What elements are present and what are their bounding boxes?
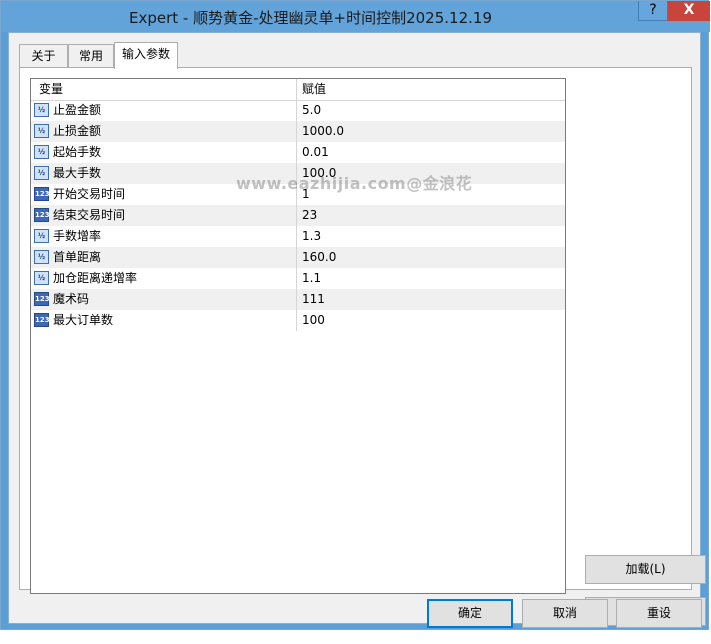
table-row[interactable]: ½ 最大手数 100.0 <box>31 163 565 184</box>
parameter-value-cell[interactable]: 5.0 <box>297 100 565 121</box>
column-header-value[interactable]: 赋值 <box>297 79 565 100</box>
parameters-grid[interactable]: 变量 赋值 ½ 止盈金额 5.0 ½ 止损金额 1000.0 ½ 起始手数 0.01 ½ 最大手数 1… <box>30 78 566 594</box>
double-value-icon: ½ <box>34 124 49 138</box>
double-value-icon: ½ <box>34 271 49 285</box>
cancel-button[interactable]: 取消 <box>522 599 608 628</box>
parameter-value-cell[interactable]: 23 <box>297 205 565 226</box>
grid-header: 变量 赋值 <box>31 79 565 101</box>
parameter-value-cell[interactable]: 1.3 <box>297 226 565 247</box>
table-row[interactable]: 123 结束交易时间 23 <box>31 205 565 226</box>
double-value-icon: ½ <box>34 250 49 264</box>
parameter-value-cell[interactable]: 100.0 <box>297 163 565 184</box>
help-icon: ? <box>649 2 657 18</box>
tab-common[interactable]: 常用 <box>68 44 114 68</box>
double-value-icon: ½ <box>34 166 49 180</box>
parameter-name: 手数增率 <box>53 229 102 243</box>
tab-input-parameters[interactable]: 输入参数 <box>114 42 178 69</box>
parameter-value-cell[interactable]: 1 <box>297 184 565 205</box>
integer-value-icon: 123 <box>34 313 50 327</box>
parameter-name: 止损金额 <box>53 124 102 138</box>
double-value-icon: ½ <box>34 103 49 117</box>
load-button[interactable]: 加载(L) <box>585 555 706 584</box>
window-title: Expert - 顺势黄金-处理幽灵单+时间控制2025.12.19 <box>129 9 492 27</box>
parameter-value-cell[interactable]: 111 <box>297 289 565 310</box>
table-row[interactable]: ½ 加仓距离递增率 1.1 <box>31 268 565 289</box>
parameter-name-cell[interactable]: 123 最大订单数 <box>31 310 297 331</box>
parameter-name-cell[interactable]: ½ 止损金额 <box>31 121 297 142</box>
parameter-name-cell[interactable]: 123 魔术码 <box>31 289 297 310</box>
close-button[interactable]: X <box>668 1 710 21</box>
parameter-name: 开始交易时间 <box>53 187 126 201</box>
parameter-name: 魔术码 <box>53 292 90 306</box>
integer-value-icon: 123 <box>34 208 50 222</box>
parameter-name: 止盈金额 <box>53 103 102 117</box>
table-row[interactable]: 123 最大订单数 100 <box>31 310 565 331</box>
parameter-name-cell[interactable]: ½ 加仓距离递增率 <box>31 268 297 289</box>
parameter-name: 起始手数 <box>53 145 102 159</box>
column-header-variable[interactable]: 变量 <box>31 79 297 100</box>
parameter-value-cell[interactable]: 1.1 <box>297 268 565 289</box>
integer-value-icon: 123 <box>34 187 50 201</box>
help-button[interactable]: ? <box>638 1 668 21</box>
button-label: 加载(L) <box>625 562 666 576</box>
integer-value-icon: 123 <box>34 292 50 306</box>
double-value-icon: ½ <box>34 145 49 159</box>
parameter-name-cell[interactable]: 123 结束交易时间 <box>31 205 297 226</box>
ok-button[interactable]: 确定 <box>427 599 513 628</box>
parameter-value-cell[interactable]: 100 <box>297 310 565 331</box>
parameter-name-cell[interactable]: ½ 起始手数 <box>31 142 297 163</box>
parameter-name: 最大手数 <box>53 166 102 180</box>
table-row[interactable]: 123 开始交易时间 1 <box>31 184 565 205</box>
parameter-name: 加仓距离递增率 <box>53 271 138 285</box>
expert-properties-dialog: Expert - 顺势黄金-处理幽灵单+时间控制2025.12.19 ? X 关… <box>0 0 710 630</box>
tab-about[interactable]: 关于 <box>19 44 68 68</box>
parameter-name-cell[interactable]: ½ 首单距离 <box>31 247 297 268</box>
parameter-name-cell[interactable]: ½ 止盈金额 <box>31 100 297 121</box>
parameter-value-cell[interactable]: 1000.0 <box>297 121 565 142</box>
parameter-value-cell[interactable]: 160.0 <box>297 247 565 268</box>
parameter-name-cell[interactable]: ½ 手数增率 <box>31 226 297 247</box>
table-row[interactable]: ½ 止盈金额 5.0 <box>31 100 565 121</box>
reset-button[interactable]: 重设 <box>616 599 702 628</box>
parameter-name-cell[interactable]: ½ 最大手数 <box>31 163 297 184</box>
double-value-icon: ½ <box>34 229 49 243</box>
parameter-name: 最大订单数 <box>53 313 114 327</box>
dialog-client-area: 关于 常用 输入参数 变量 赋值 ½ 止盈金额 5.0 ½ 止损金额 1000.0 ½ 起始手… <box>8 32 706 628</box>
title-bar[interactable]: Expert - 顺势黄金-处理幽灵单+时间控制2025.12.19 ? X <box>1 1 710 32</box>
tab-panel-input-parameters: 变量 赋值 ½ 止盈金额 5.0 ½ 止损金额 1000.0 ½ 起始手数 0.01 ½ 最大手数 1… <box>19 67 706 626</box>
table-row[interactable]: ½ 手数增率 1.3 <box>31 226 565 247</box>
close-icon: X <box>683 2 695 18</box>
table-row[interactable]: ½ 止损金额 1000.0 <box>31 121 565 142</box>
parameter-name: 首单距离 <box>53 250 102 264</box>
parameter-value-cell[interactable]: 0.01 <box>297 142 565 163</box>
parameter-name-cell[interactable]: 123 开始交易时间 <box>31 184 297 205</box>
parameter-name: 结束交易时间 <box>53 208 126 222</box>
table-row[interactable]: ½ 起始手数 0.01 <box>31 142 565 163</box>
table-row[interactable]: 123 魔术码 111 <box>31 289 565 310</box>
table-row[interactable]: ½ 首单距离 160.0 <box>31 247 565 268</box>
